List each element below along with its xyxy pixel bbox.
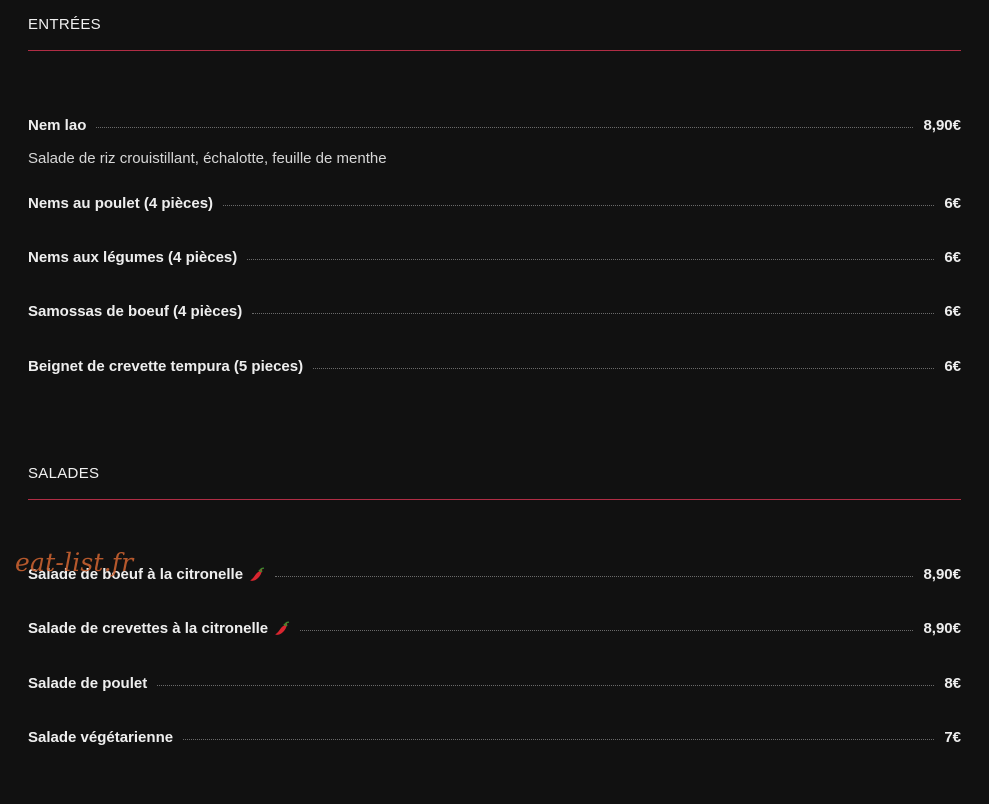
menu-item-name: Salade de poulet — [28, 675, 148, 692]
dot-leader — [252, 312, 935, 314]
menu-item: Salade de poulet 8€ — [28, 674, 961, 694]
menu-item-name: Salade de boeuf à la citronelle — [28, 565, 265, 585]
menu-item: Beignet de crevette tempura (5 pieces) 6… — [28, 357, 961, 377]
menu-item-price: 6€ — [944, 249, 961, 266]
section-title: ENTRÉES — [28, 16, 101, 33]
dot-leader — [275, 575, 914, 577]
menu-item-row: Nem lao 8,90€ — [28, 116, 961, 136]
section-divider — [28, 50, 961, 51]
menu-item-price: 8,90€ — [923, 620, 961, 637]
menu-item: Samossas de boeuf (4 pièces) 6€ — [28, 302, 961, 322]
dot-leader — [96, 126, 914, 128]
menu-item: Nems au poulet (4 pièces) 6€ — [28, 194, 961, 214]
section-salades: SALADES Salade de boeuf à la citronelle … — [28, 449, 961, 746]
menu-item-name: Nems aux légumes (4 pièces) — [28, 249, 238, 266]
menu-item-price: 8,90€ — [923, 566, 961, 583]
menu-item-price: 8,90€ — [923, 117, 961, 134]
dot-leader — [157, 684, 935, 686]
menu-item-price: 6€ — [944, 303, 961, 320]
menu-item-price: 8€ — [944, 675, 961, 692]
menu-item-name: Nem lao — [28, 117, 87, 134]
menu-item-price: 7€ — [944, 729, 961, 746]
menu-item: Nem lao 8,90€ Salade de riz crouistillan… — [28, 116, 961, 169]
menu-item-price: 6€ — [944, 195, 961, 212]
menu-item: Salade végétarienne 7€ — [28, 728, 961, 748]
section-title: SALADES — [28, 465, 100, 482]
menu-item-name-text: Salade de crevettes à la citronelle — [28, 620, 269, 637]
chili-pepper-icon — [250, 567, 265, 581]
menu-item-name-text: Salade de boeuf à la citronelle — [28, 566, 244, 583]
menu-item-name: Samossas de boeuf (4 pièces) — [28, 303, 243, 320]
dot-leader — [300, 629, 914, 631]
menu-item-name: Beignet de crevette tempura (5 pieces) — [28, 358, 304, 375]
menu-item-name: Nems au poulet (4 pièces) — [28, 195, 214, 212]
menu-item-name: Salade végétarienne — [28, 729, 174, 746]
dot-leader — [223, 204, 935, 206]
menu-item: Salade de crevettes à la citronelle 8,90… — [28, 619, 961, 639]
section-divider — [28, 499, 961, 500]
dot-leader — [313, 367, 935, 369]
section-entrees: ENTRÉES Nem lao 8,90€ Salade de riz crou… — [28, 0, 961, 375]
chili-pepper-icon — [275, 621, 290, 635]
menu-item: Salade de boeuf à la citronelle 8,90€ — [28, 565, 961, 585]
menu-item-name: Salade de crevettes à la citronelle — [28, 619, 290, 639]
menu-item: Nems aux légumes (4 pièces) 6€ — [28, 248, 961, 268]
dot-leader — [247, 258, 935, 260]
menu-item-description: Salade de riz crouistillant, échalotte, … — [28, 150, 387, 167]
dot-leader — [183, 738, 935, 740]
menu-item-price: 6€ — [944, 358, 961, 375]
